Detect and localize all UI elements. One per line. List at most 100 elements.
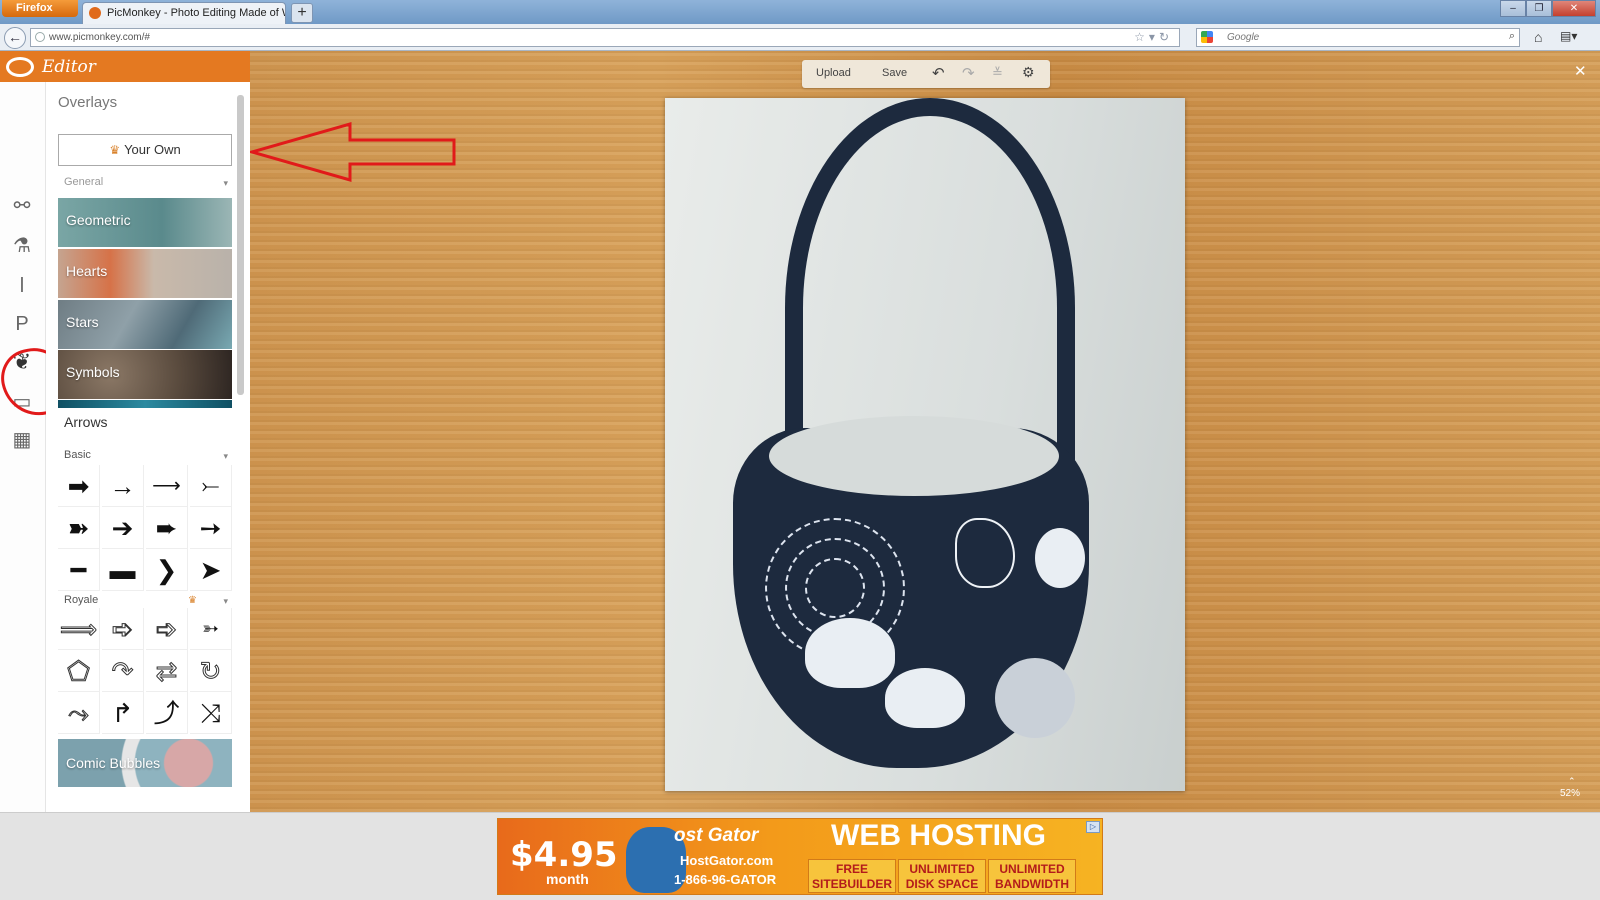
url-text: www.picmonkey.com/# [49,32,150,43]
category-stars[interactable]: Stars [58,300,232,349]
picmonkey-favicon-icon [89,7,101,19]
arrow-item[interactable]: ➽ [58,507,100,549]
arrow-item[interactable]: ➤ [190,549,232,591]
panel-title: Overlays [58,94,118,111]
back-arrow-icon[interactable]: ← [4,27,26,49]
basic-edits-icon[interactable]: ⚯ [10,194,34,218]
arrow-item[interactable]: ↱ [102,692,144,734]
app-title: Editor [42,57,96,77]
ad-price: $4.95 [510,835,618,875]
royale-crown-icon: ♛ [188,595,197,606]
embroidery-ring [805,558,865,618]
textures-icon[interactable]: ▦ [10,428,34,452]
arrow-item[interactable]: ➨ [146,507,188,549]
arrow-item[interactable]: ⤨ [190,692,232,734]
tab-title: PicMonkey - Photo Editing Made of Win [107,7,286,19]
bag-circle-print [1035,528,1085,588]
arrow-item[interactable]: ━ [58,549,100,591]
arrow-item[interactable]: ⟹ [58,608,100,650]
crown-icon: ♛ [109,143,121,157]
search-icon[interactable]: ⌕ [1509,30,1515,43]
settings-gear-icon[interactable]: ⚙ [1022,64,1035,81]
panel-scrollbar[interactable] [237,95,244,395]
arrow-item[interactable]: ↻ [190,650,232,692]
arrow-item[interactable]: ➳ [190,608,232,650]
arrow-item[interactable]: ↷ [102,650,144,692]
arrow-item[interactable]: → [102,465,144,507]
arrow-item[interactable]: ➩ [146,608,188,650]
category-hearts[interactable]: Hearts [58,249,232,298]
minimize-icon[interactable]: – [1500,0,1526,17]
arrow-item[interactable]: ❯ [146,549,188,591]
arrow-item[interactable]: ⤳ [58,692,100,734]
arrow-item[interactable]: ➡ [58,465,100,507]
arrow-item[interactable]: ⤚ [190,465,232,507]
search-placeholder: Google [1227,32,1260,43]
your-own-label: Your Own [124,142,181,157]
picmonkey-logo-icon [6,57,34,77]
general-chevron-down-icon[interactable]: ▾ [223,178,228,189]
bookmark-star-icon[interactable]: ☆▾↻ [1134,30,1173,44]
basic-chevron-down-icon[interactable]: ▾ [223,451,228,462]
maximize-icon[interactable]: ❐ [1526,0,1552,17]
ad-site: HostGator.com [680,853,774,868]
category-geometric[interactable]: Geometric [58,198,232,247]
save-button[interactable]: Save [882,67,907,79]
google-icon [1201,31,1213,43]
arrow-item[interactable]: ⇄ [146,650,188,692]
arrow-item[interactable]: ⟶ [146,465,188,507]
arrow-item[interactable]: ⬠ [58,650,100,692]
bag-opening [769,416,1059,496]
category-symbols[interactable]: Symbols [58,350,232,399]
bag-leaf-print [885,668,965,728]
effects-flask-icon[interactable]: ⚗ [10,234,34,258]
touch-up-brush-icon[interactable]: ǀ [10,274,34,298]
arrow-item[interactable]: ▬ [102,549,144,591]
zoom-up-chevron-icon[interactable]: ⌃ [1568,776,1576,787]
browser-tab[interactable]: PicMonkey - Photo Editing Made of Win [82,2,286,24]
layers-icon[interactable]: ≚ [992,65,1003,81]
arrow-item[interactable]: ⤴ [146,692,188,734]
ad-price-unit: month [546,871,589,887]
red-arrow-annotation [250,122,456,182]
app-header: Editor [0,51,250,82]
zoom-level[interactable]: 52% [1560,788,1580,799]
arrows-title: Arrows [64,414,108,430]
search-bar[interactable]: Google ⌕ [1196,28,1520,47]
globe-icon [35,32,45,42]
editor-toolbar: Upload Save ↶ ↷ ≚ ⚙ [802,60,1050,88]
redo-icon[interactable]: ↷ [962,64,975,82]
photo-canvas[interactable] [665,98,1185,791]
category-arrows-banner [58,400,232,408]
ad-headline: WEB HOSTING [831,819,1046,852]
royale-arrow-grid: ⟹ ➪ ➩ ➳ ⬠ ↷ ⇄ ↻ ⤳ ↱ ⤴ ⤨ [58,608,232,734]
your-own-button[interactable]: ♛ Your Own [58,134,232,166]
firefox-menu-button[interactable]: Firefox [2,0,78,17]
hostgator-ad-banner[interactable]: $4.95 month ost Gator HostGator.com 1-86… [497,818,1103,895]
ad-feature: UNLIMITED DISK SPACE [898,859,986,893]
category-comic-bubbles[interactable]: Comic Bubbles [58,739,232,787]
royale-section-label: Royale [64,594,99,606]
arrow-item[interactable]: ➔ [102,507,144,549]
home-icon[interactable]: ⌂ [1534,29,1542,45]
arrow-item[interactable]: ➪ [102,608,144,650]
window-controls: – ❐ ✕ [1500,0,1596,18]
text-icon[interactable]: P [10,312,34,336]
bookmarks-menu-icon[interactable]: ▤▾ [1560,29,1577,43]
ad-feature: UNLIMITED BANDWIDTH [988,859,1076,893]
browser-navbar: ← www.picmonkey.com/# ☆▾↻ Google ⌕ ⌂ ▤▾ [0,24,1600,51]
close-editor-icon[interactable]: ✕ [1574,62,1587,80]
basic-arrow-grid: ➡ → ⟶ ⤚ ➽ ➔ ➨ ➙ ━ ▬ ❯ ➤ [58,465,232,591]
undo-icon[interactable]: ↶ [932,64,945,82]
basic-section-label: Basic [64,449,91,461]
ad-choices-icon[interactable]: ▷ [1086,821,1100,833]
new-tab-button[interactable]: + [291,3,313,23]
royale-chevron-down-icon[interactable]: ▾ [223,596,228,607]
bag-circle-print [995,658,1075,738]
arrow-item[interactable]: ➙ [190,507,232,549]
address-bar[interactable]: www.picmonkey.com/# ☆▾↻ [30,28,1180,47]
upload-button[interactable]: Upload [816,67,851,79]
close-window-icon[interactable]: ✕ [1552,0,1596,17]
browser-titlebar: Firefox PicMonkey - Photo Editing Made o… [0,0,1600,24]
bag-flower-print [805,618,895,688]
